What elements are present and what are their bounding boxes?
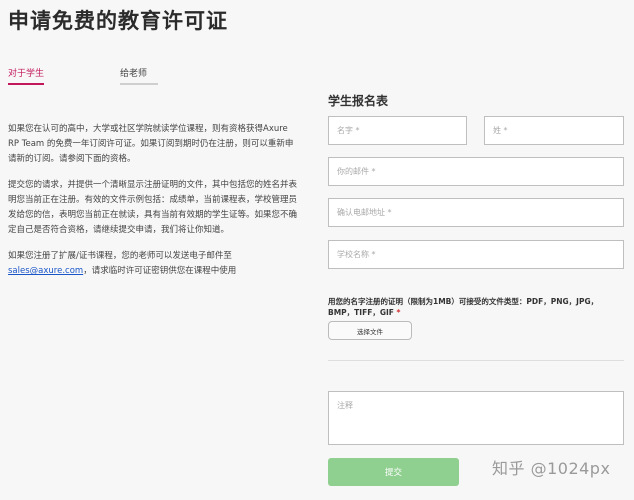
school-name-placeholder: 学校名称 [337,250,369,259]
notes-field[interactable]: 注释 [328,391,624,445]
choose-file-button[interactable]: 选择文件 [328,321,412,340]
first-name-required-mark: * [355,126,360,135]
submit-button[interactable]: 提交 [328,458,459,486]
info-extension-text-tail: ，请求临时许可证密钥供您在课程中使用 [83,266,237,276]
last-name-placeholder: 姓 [493,126,501,135]
eligibility-info: 如果您在认可的高中，大学或社区学院就读学位课程，则有资格获得Axure RP T… [8,122,300,290]
form-title: 学生报名表 [328,94,389,108]
last-name-required-mark: * [503,126,508,135]
school-name-field[interactable]: 学校名称 * [328,240,624,269]
watermark: 知乎 @1024px [492,459,611,478]
tab-teachers[interactable]: 给老师 [120,66,158,85]
info-paragraph-eligibility: 如果您在认可的高中，大学或社区学院就读学位课程，则有资格获得Axure RP T… [8,124,294,164]
first-name-field[interactable]: 名字 * [328,116,467,145]
audience-tabs: 对于学生 给老师 [8,66,158,86]
tab-students[interactable]: 对于学生 [8,66,44,85]
last-name-field[interactable]: 姓 * [484,116,624,145]
form-divider [328,360,624,361]
sales-email-link[interactable]: sales@axure.com [8,266,83,276]
confirm-email-required-mark: * [387,208,392,217]
confirm-email-field[interactable]: 确认电邮地址 * [328,198,624,227]
email-required-mark: * [371,167,376,176]
info-extension-text: 如果您注册了扩展/证书课程，您的老师可以发送电子邮件至 [8,251,232,261]
school-name-required-mark: * [371,250,376,259]
first-name-placeholder: 名字 [337,126,353,135]
page-title: 申请免费的教育许可证 [8,9,228,33]
upload-label-text: 用您的名字注册的证明（限制为1MB）可接受的文件类型：PDF，PNG，JPG，B… [328,297,599,317]
notes-placeholder: 注释 [337,401,353,410]
email-field[interactable]: 你的邮件 * [328,157,624,186]
upload-required-mark: * [396,308,401,317]
info-paragraph-extension: 如果您注册了扩展/证书课程，您的老师可以发送电子邮件至 sales@axure.c… [8,249,300,279]
upload-label: 用您的名字注册的证明（限制为1MB）可接受的文件类型：PDF，PNG，JPG，B… [328,296,624,318]
info-paragraph-submit: 提交您的请求，并提供一个清晰显示注册证明的文件，其中包括您的姓名并表明您当前正在… [8,180,298,235]
confirm-email-placeholder: 确认电邮地址 [337,208,385,217]
email-placeholder: 你的邮件 [337,167,369,176]
